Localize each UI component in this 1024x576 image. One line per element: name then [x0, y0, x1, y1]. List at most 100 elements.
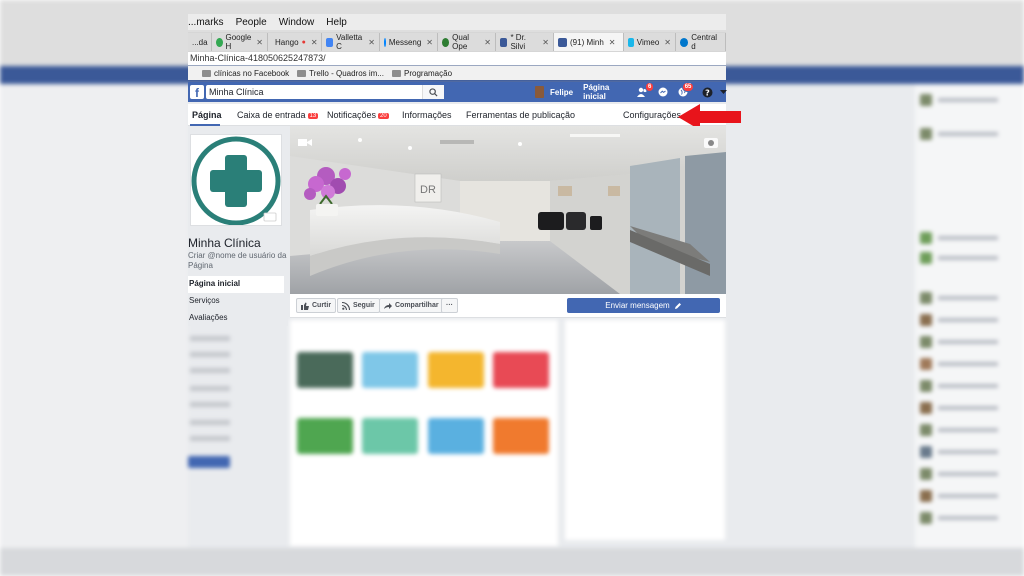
close-icon[interactable]: ✕ — [426, 38, 433, 47]
folder-icon — [297, 69, 307, 77]
like-label: Curtir — [312, 302, 332, 309]
cover-photo[interactable]: DR — [290, 126, 726, 294]
tab-inbox-label: Caixa de entrada — [237, 110, 306, 120]
page-admin-nav: Página Caixa de entrada 13 Notificações 20… — [188, 104, 726, 126]
tab-notifications[interactable]: Notificações 20 — [327, 110, 389, 120]
bookmark-label: Programação — [404, 68, 453, 78]
tab-inbox[interactable]: Caixa de entrada 13 — [237, 110, 319, 120]
messenger-favicon-icon — [384, 37, 386, 47]
browser-tab[interactable]: Vimeo ✕ — [624, 33, 676, 51]
avatar[interactable] — [535, 86, 544, 98]
menu-help[interactable]: Help — [326, 17, 347, 28]
vimeo-favicon-icon — [628, 37, 634, 47]
close-icon[interactable]: ✕ — [542, 38, 549, 47]
browser-tab[interactable]: Google H ✕ — [212, 33, 268, 51]
tab-notifications-label: Notificações — [327, 110, 377, 120]
browser-tab[interactable]: * Dr. Silvi ✕ — [496, 33, 554, 51]
address-text: Minha-Clínica-418050625247873/ — [190, 53, 326, 63]
help-icon[interactable]: ? — [702, 86, 713, 98]
bookmark-folder[interactable]: Programação — [392, 69, 452, 78]
tab-label: ...da — [192, 37, 208, 47]
notifications-count-badge: 20 — [378, 113, 389, 119]
more-options-icon: ··· — [446, 302, 453, 309]
friend-requests-badge: 6 — [645, 82, 655, 92]
bookmark-label: Trello - Quadros im... — [309, 68, 384, 78]
tab-label: Google H — [225, 33, 252, 51]
home-link[interactable]: Página inicial — [583, 83, 621, 101]
close-icon[interactable]: ✕ — [256, 38, 263, 47]
mac-menubar: ...marks People Window Help — [188, 14, 726, 30]
facebook-logo-icon[interactable]: f — [190, 85, 204, 99]
browser-tab[interactable]: Central d — [676, 33, 726, 51]
bookmark-folder[interactable]: clínicas no Facebook — [202, 69, 289, 78]
browser-tab[interactable]: Valletta C ✕ — [322, 33, 380, 51]
tab-label: (91) Minh — [570, 37, 604, 47]
messenger-icon[interactable] — [658, 86, 668, 98]
tab-pagina[interactable]: Página — [192, 110, 222, 120]
send-message-button[interactable]: Enviar mensagem — [567, 298, 720, 313]
dropdown-arrow-icon[interactable] — [719, 86, 728, 98]
tab-label: Valletta C — [336, 33, 363, 51]
like-button[interactable]: Curtir — [296, 298, 337, 313]
rss-icon — [342, 301, 350, 310]
tab-label: Hango — [275, 37, 299, 47]
menu-window[interactable]: Window — [279, 17, 315, 28]
browser-tab[interactable]: Qual Ope ✕ — [438, 33, 496, 51]
follow-button[interactable]: Seguir — [337, 298, 380, 313]
bookmark-folder[interactable]: Trello - Quadros im... — [297, 69, 384, 78]
close-icon[interactable]: ✕ — [484, 38, 491, 47]
page-left-nav: Página inicial Serviços Avaliações — [188, 276, 284, 327]
more-options-button[interactable]: ··· — [441, 298, 458, 313]
close-icon[interactable]: ✕ — [609, 38, 616, 47]
search-value: Minha Clínica — [209, 87, 264, 97]
search-icon[interactable] — [422, 85, 444, 99]
send-message-label: Enviar mensagem — [605, 301, 670, 310]
globe-notifications-icon[interactable]: 65 — [678, 82, 695, 98]
tab-label: Vimeo — [636, 37, 660, 47]
friend-requests-icon[interactable]: 6 — [637, 82, 655, 98]
menu-bookmarks[interactable]: ...marks — [188, 17, 224, 28]
page-action-bar: Curtir Seguir Compartilhar ··· Enviar me… — [290, 294, 726, 318]
bookmarks-bar: clínicas no Facebook Trello - Quadros im… — [188, 66, 726, 80]
browser-tab[interactable]: ...da✕ — [188, 33, 219, 51]
facebook-favicon-icon — [500, 37, 508, 47]
folder-icon — [202, 69, 211, 77]
svg-text:?: ? — [706, 88, 711, 97]
left-nav-reviews[interactable]: Avaliações — [188, 310, 284, 327]
tab-settings[interactable]: Configurações — [623, 110, 681, 120]
menu-people[interactable]: People — [236, 17, 267, 28]
tab-publishing-tools[interactable]: Ferramentas de publicação — [466, 110, 575, 120]
left-nav-services[interactable]: Serviços — [188, 293, 284, 310]
facebook-topbar: f Minha Clínica Felipe Página inicial 6 … — [188, 82, 728, 102]
medical-cross-logo-icon — [191, 136, 281, 226]
tab-label: Central d — [691, 33, 718, 51]
close-icon[interactable]: ✕ — [368, 38, 375, 47]
create-username-link[interactable]: Criar @nome de usuário da Página — [188, 251, 288, 271]
share-arrow-icon — [384, 302, 392, 309]
share-button[interactable]: Compartilhar — [379, 298, 444, 313]
close-icon[interactable]: ✕ — [664, 38, 671, 47]
tab-label: Messeng — [388, 37, 422, 47]
browser-tab[interactable]: Messeng ✕ — [380, 33, 438, 51]
site-favicon-icon — [442, 37, 450, 47]
address-bar[interactable]: Minha-Clínica-418050625247873/ — [188, 52, 726, 65]
camera-icon — [704, 138, 718, 148]
topbar-right: Felipe Página inicial 6 65 ? — [535, 82, 728, 102]
maps-favicon-icon — [326, 37, 334, 47]
page-title: Minha Clínica — [188, 236, 261, 250]
svg-text:DR: DR — [420, 184, 436, 196]
close-icon[interactable]: ✕ — [311, 38, 318, 47]
bookmark-label: clínicas no Facebook — [214, 68, 290, 78]
inbox-count-badge: 13 — [307, 113, 319, 119]
facebook-search-input[interactable]: Minha Clínica — [206, 85, 444, 99]
tab-information[interactable]: Informações — [402, 110, 452, 120]
folder-icon — [392, 69, 401, 77]
profile-link[interactable]: Felipe — [550, 88, 573, 97]
thumbs-up-icon — [301, 302, 309, 310]
browser-tab[interactable]: Hango ● ✕ — [268, 33, 322, 51]
notifications-badge: 65 — [681, 82, 695, 92]
page-profile-picture[interactable] — [190, 134, 282, 226]
browser-tab-active[interactable]: (91) Minh ✕ — [554, 33, 624, 51]
left-nav-home[interactable]: Página inicial — [188, 276, 284, 293]
facebook-favicon-icon — [558, 37, 567, 47]
